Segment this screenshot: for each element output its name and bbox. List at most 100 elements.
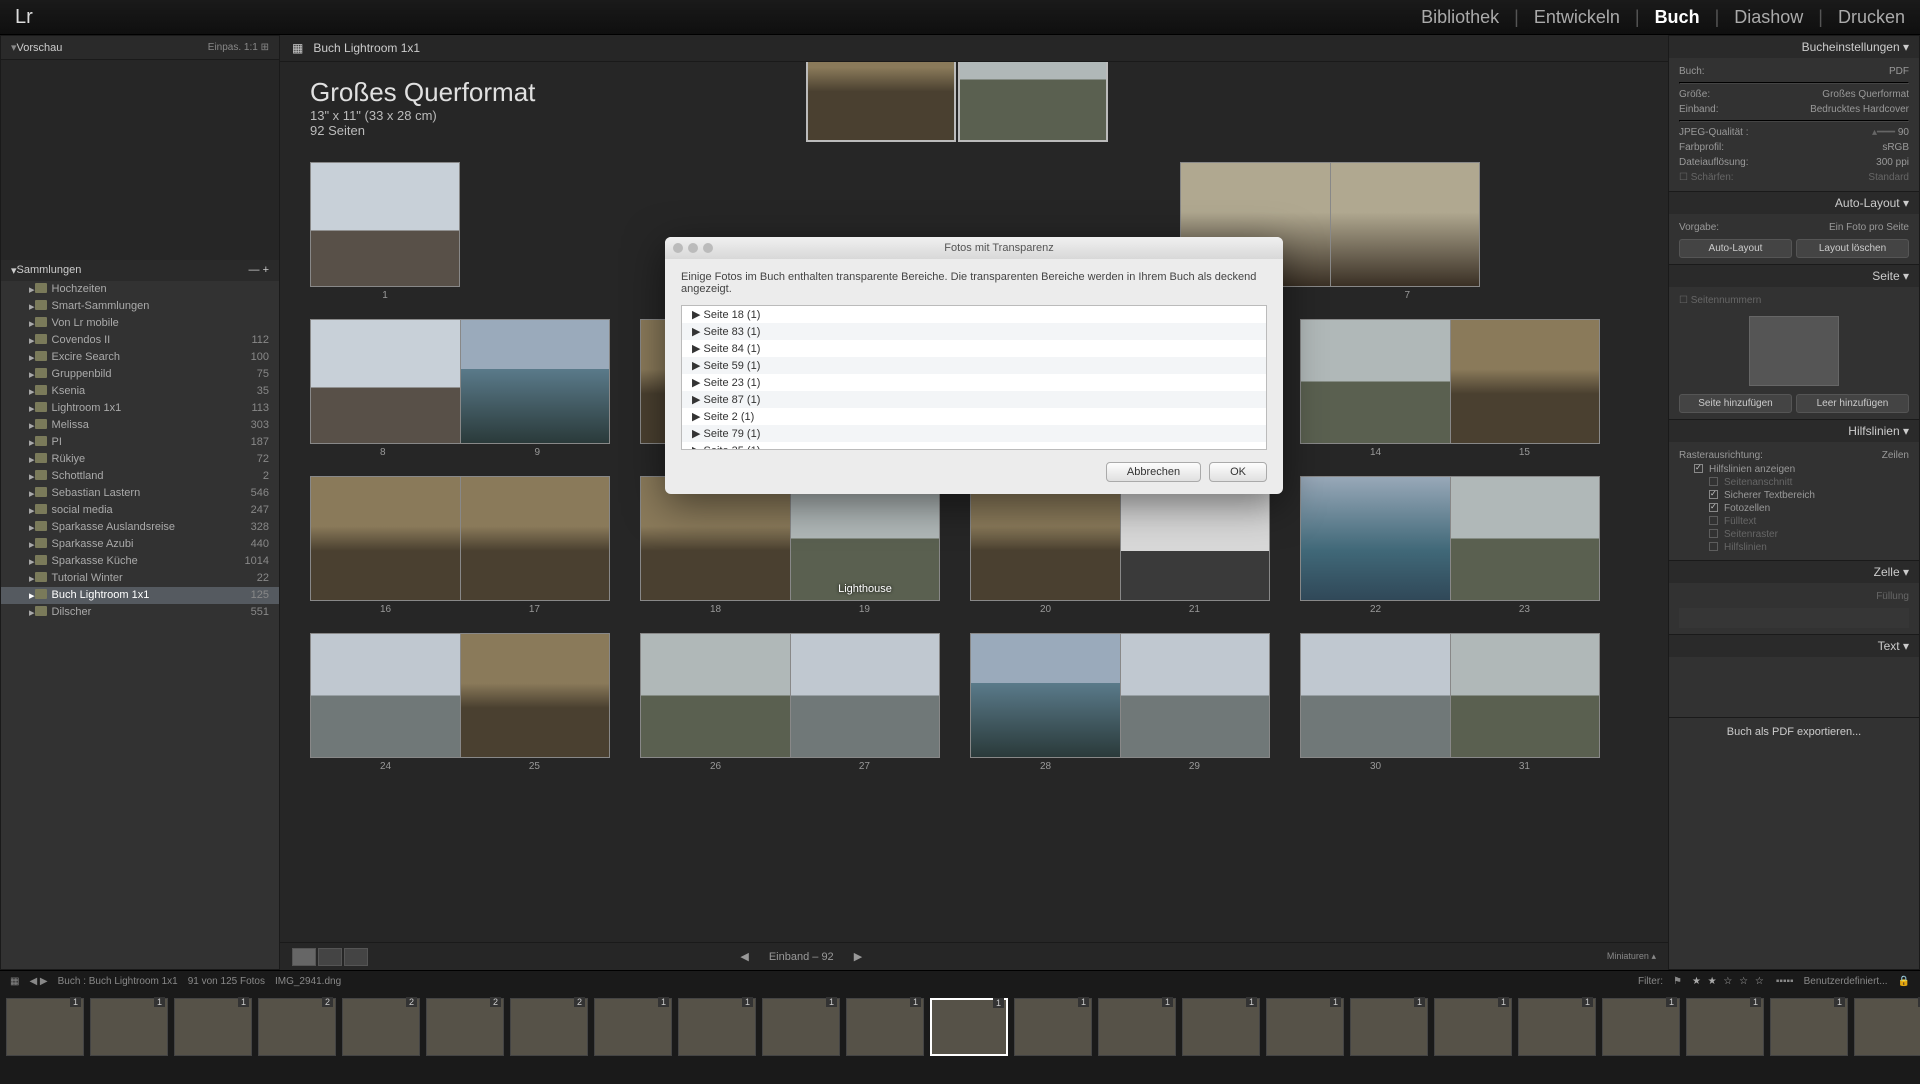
- auto-layout-button[interactable]: Auto-Layout: [1679, 239, 1792, 258]
- collection-item[interactable]: ▸ social media247: [1, 502, 279, 519]
- view-spread-button[interactable]: [318, 948, 342, 966]
- auto-layout-header[interactable]: Auto-Layout ▾: [1669, 192, 1919, 214]
- collection-item[interactable]: ▸ Covendos II112: [1, 332, 279, 349]
- value-book[interactable]: PDF: [1889, 66, 1909, 77]
- color-labels[interactable]: ▪▪▪▪▪: [1776, 976, 1794, 987]
- module-bibliothek[interactable]: Bibliothek: [1421, 7, 1499, 28]
- collection-item[interactable]: ▸ Ksenia35: [1, 383, 279, 400]
- clear-layout-button[interactable]: Layout löschen: [1796, 239, 1909, 258]
- collection-item[interactable]: ▸ Sebastian Lastern546: [1, 485, 279, 502]
- dialog-titlebar[interactable]: Fotos mit Transparenz: [665, 237, 1283, 259]
- dialog-page-list[interactable]: ▶ Seite 18 (1)▶ Seite 83 (1)▶ Seite 84 (…: [681, 305, 1267, 450]
- collection-item[interactable]: ▸ Tutorial Winter22: [1, 570, 279, 587]
- guide-check[interactable]: Fotozellen: [1679, 502, 1909, 515]
- filmstrip-scrollbar[interactable]: [0, 1074, 1920, 1084]
- filmstrip-path[interactable]: Buch : Buch Lightroom 1x1: [58, 976, 178, 987]
- guide-check[interactable]: Seitenraster: [1679, 528, 1909, 541]
- filmstrip-thumb[interactable]: 1: [930, 998, 1008, 1056]
- custom-filter-dropdown[interactable]: Benutzerdefiniert...: [1804, 976, 1888, 987]
- dialog-list-item[interactable]: ▶ Seite 87 (1): [682, 391, 1266, 408]
- dialog-list-item[interactable]: ▶ Seite 59 (1): [682, 357, 1266, 374]
- filmstrip-thumb[interactable]: 1: [1518, 998, 1596, 1056]
- thumbnail-size-label[interactable]: Miniaturen ▴: [1607, 951, 1656, 962]
- book-settings-header[interactable]: Bucheinstellungen ▾: [1669, 36, 1919, 58]
- text-header[interactable]: Text ▾: [1669, 635, 1919, 657]
- collection-item[interactable]: ▸ Sparkasse Küche1014: [1, 553, 279, 570]
- collections-header[interactable]: ▾ Sammlungen — +: [1, 260, 279, 281]
- collection-item[interactable]: ▸ Excire Search100: [1, 349, 279, 366]
- filmstrip-thumb[interactable]: 2: [510, 998, 588, 1056]
- view-multi-button[interactable]: [292, 948, 316, 966]
- page-template-thumb[interactable]: [1749, 316, 1839, 386]
- book-breadcrumb[interactable]: Buch Lightroom 1x1: [313, 41, 420, 55]
- value-res[interactable]: 300: [1876, 157, 1893, 168]
- filmstrip-thumb[interactable]: 1: [1602, 998, 1680, 1056]
- collection-item[interactable]: ▸ Sparkasse Auslandsreise328: [1, 519, 279, 536]
- filmstrip-thumb[interactable]: 1: [1686, 998, 1764, 1056]
- filmstrip[interactable]: 111222211111111111111111: [0, 992, 1920, 1074]
- collections-add-icon[interactable]: — +: [249, 264, 269, 277]
- collection-item[interactable]: ▸ Von Lr mobile: [1, 315, 279, 332]
- preview-header[interactable]: ▾ Vorschau Einpas. 1:1 ⊞: [1, 36, 279, 60]
- ratio-label[interactable]: 1:1: [244, 42, 258, 53]
- grid-view-icon[interactable]: ▦: [10, 976, 19, 987]
- filmstrip-thumb[interactable]: 1: [1350, 998, 1428, 1056]
- dialog-list-item[interactable]: ▶ Seite 84 (1): [682, 340, 1266, 357]
- collection-item[interactable]: ▸ Hochzeiten: [1, 281, 279, 298]
- filmstrip-thumb[interactable]: 1: [846, 998, 924, 1056]
- cell-header[interactable]: Zelle ▾: [1669, 561, 1919, 583]
- page-numbers-check[interactable]: Seitennummern: [1691, 295, 1762, 306]
- module-diashow[interactable]: Diashow: [1734, 7, 1803, 28]
- filmstrip-thumb[interactable]: 1: [1014, 998, 1092, 1056]
- dialog-list-item[interactable]: ▶ Seite 35 (1): [682, 442, 1266, 450]
- view-mode-buttons[interactable]: [292, 948, 368, 966]
- guide-check[interactable]: Fülltext: [1679, 515, 1909, 528]
- collections-list[interactable]: ▸ Hochzeiten▸ Smart-Sammlungen▸ Von Lr m…: [1, 281, 279, 969]
- flag-icon[interactable]: ⚑: [1673, 976, 1682, 987]
- dialog-list-item[interactable]: ▶ Seite 23 (1): [682, 374, 1266, 391]
- page-navigator[interactable]: ◀ Einband – 92 ▶: [740, 950, 862, 963]
- zoom-icon[interactable]: [703, 243, 713, 253]
- filmstrip-thumb[interactable]: 1: [678, 998, 756, 1056]
- collection-item[interactable]: ▸ Rükiye72: [1, 451, 279, 468]
- filmstrip-thumb[interactable]: 1: [1182, 998, 1260, 1056]
- collection-item[interactable]: ▸ Schottland2: [1, 468, 279, 485]
- filmstrip-thumb[interactable]: 1: [1098, 998, 1176, 1056]
- module-buch[interactable]: Buch: [1655, 7, 1700, 28]
- guides-header[interactable]: Hilfslinien ▾: [1669, 420, 1919, 442]
- collection-item[interactable]: ▸ Smart-Sammlungen: [1, 298, 279, 315]
- lock-icon[interactable]: 🔒: [1898, 976, 1910, 987]
- prev-page-icon[interactable]: ◀: [740, 950, 748, 963]
- guide-check[interactable]: Hilfslinien: [1679, 541, 1909, 554]
- book-canvas[interactable]: Großes Querformat 13" x 11" (33 x 28 cm)…: [280, 62, 1668, 942]
- filmstrip-thumb[interactable]: 1: [1434, 998, 1512, 1056]
- module-drucken[interactable]: Drucken: [1838, 7, 1905, 28]
- filmstrip-thumb[interactable]: 1: [6, 998, 84, 1056]
- filmstrip-thumb[interactable]: 1: [1854, 998, 1920, 1056]
- filmstrip-thumb[interactable]: 1: [762, 998, 840, 1056]
- dialog-list-item[interactable]: ▶ Seite 83 (1): [682, 323, 1266, 340]
- filmstrip-thumb[interactable]: 1: [1266, 998, 1344, 1056]
- value-size[interactable]: Großes Querformat: [1822, 89, 1909, 100]
- collection-item[interactable]: ▸ Dilscher551: [1, 604, 279, 621]
- filmstrip-thumb[interactable]: 1: [594, 998, 672, 1056]
- next-page-icon[interactable]: ▶: [854, 950, 862, 963]
- add-empty-button[interactable]: Leer hinzufügen: [1796, 394, 1909, 413]
- dialog-list-item[interactable]: ▶ Seite 18 (1): [682, 306, 1266, 323]
- filmstrip-thumb[interactable]: 1: [174, 998, 252, 1056]
- add-page-button[interactable]: Seite hinzufügen: [1679, 394, 1792, 413]
- filmstrip-thumb[interactable]: 2: [342, 998, 420, 1056]
- ok-button[interactable]: OK: [1209, 462, 1267, 482]
- export-pdf-button[interactable]: Buch als PDF exportieren...: [1677, 726, 1911, 738]
- guide-check[interactable]: Sicherer Textbereich: [1679, 489, 1909, 502]
- show-guides-check[interactable]: [1694, 464, 1703, 473]
- filmstrip-thumb[interactable]: 1: [1770, 998, 1848, 1056]
- window-controls[interactable]: [673, 243, 713, 253]
- collection-item[interactable]: ▸ Melissa303: [1, 417, 279, 434]
- cancel-button[interactable]: Abbrechen: [1106, 462, 1201, 482]
- view-single-button[interactable]: [344, 948, 368, 966]
- value-grid[interactable]: Zeilen: [1882, 450, 1909, 461]
- fill-slider[interactable]: [1679, 608, 1909, 628]
- value-cover[interactable]: Bedrucktes Hardcover: [1810, 104, 1909, 115]
- module-entwickeln[interactable]: Entwickeln: [1534, 7, 1620, 28]
